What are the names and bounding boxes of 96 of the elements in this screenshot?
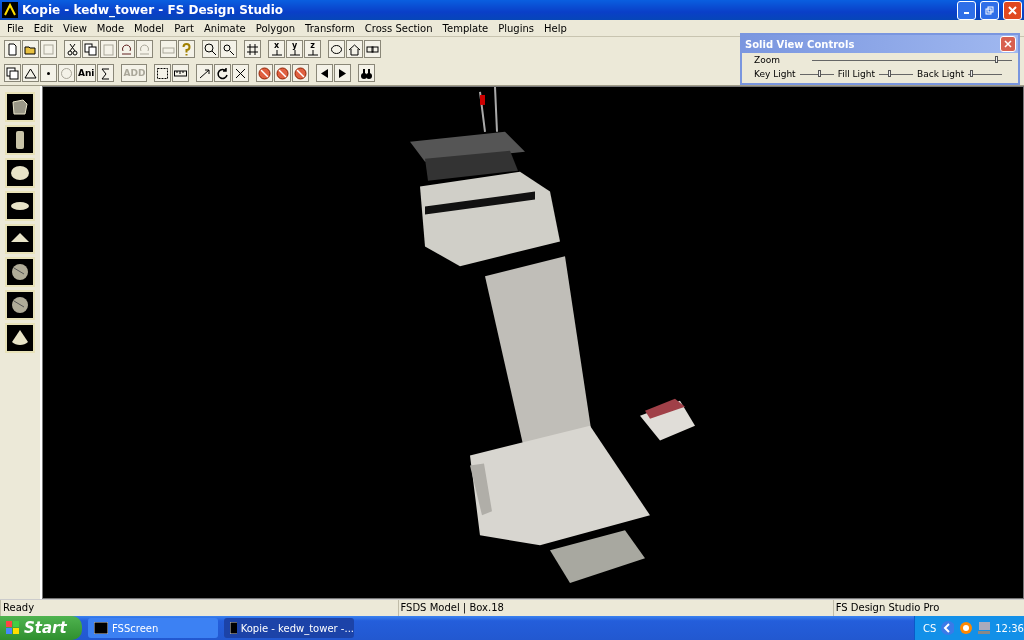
grid-icon — [246, 42, 259, 56]
app-icon — [2, 2, 18, 18]
clock: 12:36 — [995, 622, 1024, 634]
restore-icon — [985, 5, 994, 15]
toolbar-button[interactable] — [334, 64, 352, 82]
question-mark-icon — [180, 42, 193, 56]
prohibited-icon — [258, 66, 272, 80]
arrow-icon — [198, 66, 212, 80]
redo-icon — [138, 42, 151, 56]
menu-item[interactable]: Help — [539, 22, 572, 34]
close-button[interactable] — [1003, 0, 1022, 20]
restore-button[interactable] — [980, 0, 999, 20]
toolbar-button[interactable]: y — [286, 40, 303, 58]
toolbar-button[interactable] — [214, 64, 232, 82]
toolbar-button[interactable] — [358, 64, 376, 82]
shape-button[interactable] — [5, 290, 35, 320]
menu-item[interactable]: View — [58, 22, 92, 34]
minimize-button[interactable] — [957, 0, 976, 20]
shape-button[interactable] — [5, 224, 35, 254]
window-title: Kopie - kedw_tower - FS Design Studio — [22, 3, 284, 17]
slider-thumb[interactable] — [969, 69, 973, 77]
shape-button[interactable] — [5, 323, 35, 353]
toolbar-button[interactable] — [22, 64, 39, 82]
menu-item[interactable]: Cross Section — [359, 22, 438, 34]
menu-item[interactable]: Part — [169, 22, 199, 34]
toolbar-button[interactable] — [118, 40, 135, 58]
menu-item[interactable]: Model — [129, 22, 170, 34]
ring-icon[interactable] — [959, 621, 973, 635]
cube-icon — [10, 97, 30, 117]
toolbar-button[interactable] — [202, 40, 219, 58]
shape-button[interactable] — [5, 125, 35, 155]
copy-icon — [84, 42, 97, 56]
chevron-icon[interactable] — [941, 621, 955, 635]
prohibited-icon — [294, 66, 308, 80]
magnifier-icon — [204, 42, 217, 56]
scissors-icon — [66, 42, 79, 56]
binoculars-icon — [360, 66, 374, 80]
menu-item[interactable]: Edit — [28, 22, 59, 34]
cone-icon — [10, 328, 30, 348]
circle-icon — [60, 66, 73, 80]
menu-item[interactable]: File — [2, 22, 29, 34]
app-icon — [230, 622, 237, 634]
axis-icon — [288, 50, 301, 56]
axis-icon — [306, 50, 319, 56]
slider-label: Back Light — [917, 69, 965, 79]
ball-icon — [10, 295, 30, 315]
undo-icon — [120, 42, 133, 56]
close-button[interactable] — [1000, 36, 1016, 52]
menu-item[interactable]: Plugins — [493, 22, 540, 34]
toolbar-button[interactable] — [244, 40, 261, 58]
magnifier-icon — [222, 42, 235, 56]
toolbar-button[interactable] — [4, 64, 21, 82]
axis-icon — [270, 50, 283, 56]
toolbar-button[interactable] — [346, 40, 363, 58]
shape-button[interactable] — [5, 191, 35, 221]
shape-button[interactable] — [5, 257, 35, 287]
slider-thumb[interactable] — [995, 55, 999, 63]
rotate-icon — [216, 66, 230, 80]
menu-item[interactable]: Polygon — [250, 22, 301, 34]
shape-button[interactable] — [5, 92, 35, 122]
slider-label: Fill Light — [837, 69, 875, 79]
menu-item[interactable]: Transform — [300, 22, 360, 34]
sphere-icon — [10, 163, 30, 183]
prohibited-icon — [276, 66, 290, 80]
menu-item[interactable]: Mode — [91, 22, 130, 34]
toolbar-button[interactable] — [97, 64, 115, 82]
slider-label: Key Light — [754, 69, 796, 79]
toolbar-button[interactable] — [82, 40, 99, 58]
slider-label: Zoom — [754, 55, 780, 65]
panel-title: Solid View Controls — [745, 38, 855, 50]
toolbar-button[interactable] — [316, 64, 334, 82]
slider-thumb[interactable] — [818, 69, 822, 77]
toolbar-button[interactable]: Ani — [76, 64, 97, 82]
layers-icon — [6, 66, 19, 80]
shape-button[interactable] — [5, 158, 35, 188]
toolbar-button[interactable] — [220, 40, 237, 58]
toolbar-button[interactable]: z — [304, 40, 321, 58]
menu-item[interactable]: Animate — [198, 22, 251, 34]
language-indicator: CS — [923, 622, 937, 634]
slider-thumb[interactable] — [888, 69, 892, 77]
close-icon — [1004, 40, 1012, 48]
toolbar-button[interactable] — [64, 40, 81, 58]
triangle-icon — [24, 66, 37, 80]
ball-icon — [10, 262, 30, 282]
toolbar-button[interactable]: x — [268, 40, 285, 58]
house-icon — [348, 42, 361, 56]
menu-item[interactable]: Template — [437, 22, 494, 34]
taskbar-item[interactable]: Kopie - kedw_tower -... — [224, 618, 354, 638]
page-icon — [6, 42, 19, 56]
toolbar-button[interactable] — [154, 64, 172, 82]
monitor-icon — [94, 622, 108, 634]
close-icon — [1008, 5, 1017, 15]
marquee-icon — [156, 66, 170, 80]
windows-logo-icon — [6, 621, 20, 635]
toolbar-button[interactable] — [172, 64, 190, 82]
taskbar-item[interactable]: FSScreen — [88, 618, 218, 638]
